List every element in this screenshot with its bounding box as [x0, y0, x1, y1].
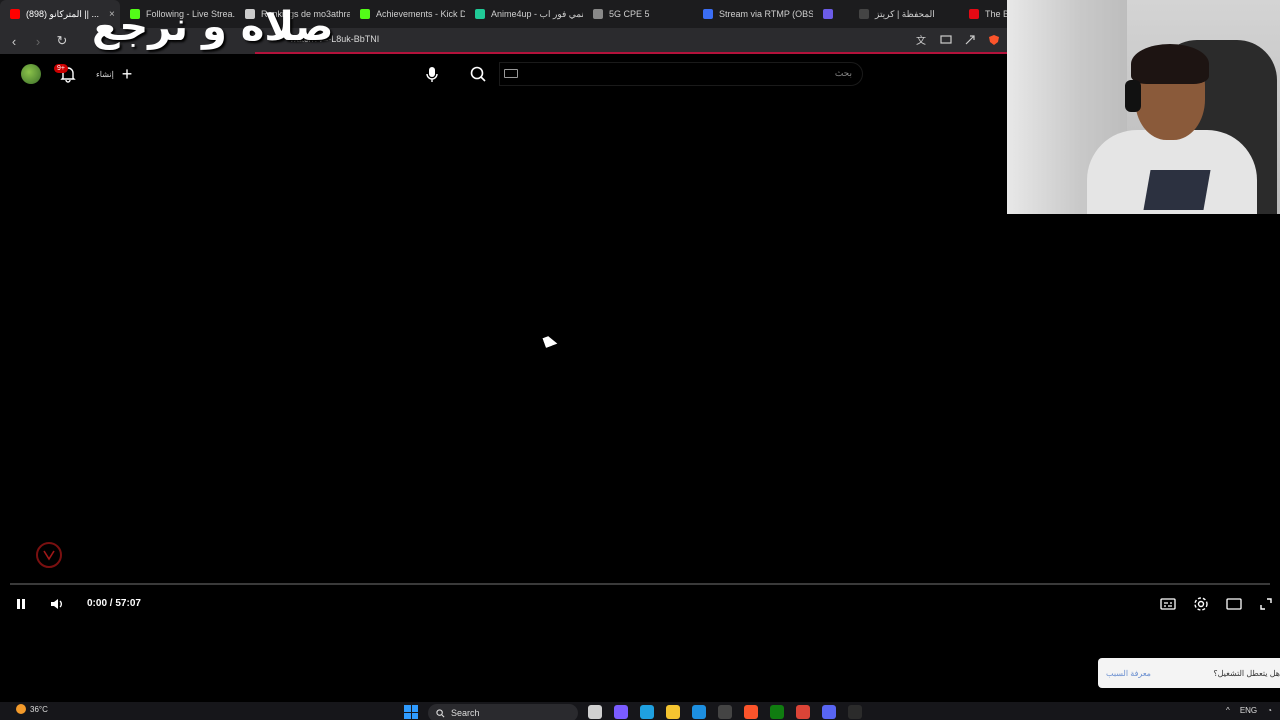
webcam-headset: [1125, 80, 1141, 112]
tab-favicon-icon: [10, 9, 20, 19]
browser-tab[interactable]: [813, 0, 849, 28]
webcam-shirt-print: [1143, 170, 1211, 210]
tray-wifi-icon[interactable]: ◔: [1267, 706, 1272, 715]
tab-favicon-icon: [823, 9, 833, 19]
taskbar-edge-icon[interactable]: [640, 705, 654, 719]
keyboard-icon[interactable]: [504, 69, 518, 78]
system-tray: ^ ENG ◔: [1226, 706, 1272, 715]
back-button[interactable]: ‹: [4, 31, 24, 51]
player-controls: [0, 592, 1280, 618]
reload-button[interactable]: ↻: [52, 31, 72, 51]
tab-label: Anime4up - أنمي فور اب: [491, 8, 583, 19]
volume-icon[interactable]: [45, 592, 69, 616]
toast-learn-link[interactable]: معرفة السبب: [1106, 669, 1151, 678]
tab-favicon-icon: [703, 9, 713, 19]
taskbar-apps: [588, 705, 862, 719]
time-total: 57:07: [115, 598, 141, 609]
mouse-cursor-icon: [542, 334, 558, 348]
taskbar-chrome-icon[interactable]: [796, 705, 810, 719]
taskbar-edge-dev-icon[interactable]: [692, 705, 706, 719]
tab-label: المحفظة | كريتز: [875, 8, 935, 19]
tab-favicon-icon: [360, 9, 370, 19]
video-progress-bar[interactable]: [10, 583, 1270, 585]
playback-issue-toast: هل يتعطل التشغيل؟ معرفة السبب: [1098, 658, 1280, 688]
tab-label: 5G CPE 5: [609, 9, 650, 19]
taskbar-search-label: Search: [451, 708, 480, 718]
webcam-overlay: [1007, 0, 1280, 214]
settings-gear-icon[interactable]: [1189, 592, 1213, 616]
create-button[interactable]: إنشاء +: [96, 63, 132, 85]
svg-text:文: 文: [916, 34, 926, 46]
webcam-hair: [1131, 44, 1209, 84]
notification-badge: 9+: [54, 64, 68, 73]
tab-label: (898) المتركانو || ...: [26, 8, 100, 19]
taskbar-folder-icon[interactable]: [666, 705, 680, 719]
tab-favicon-icon: [969, 9, 979, 19]
taskbar-discord-icon[interactable]: [822, 705, 836, 719]
share-icon[interactable]: [962, 32, 978, 48]
avatar[interactable]: [21, 64, 41, 84]
cast-icon[interactable]: [938, 32, 954, 48]
tab-favicon-icon: [859, 9, 869, 19]
tab-label: Achievements - Kick D...: [376, 9, 465, 19]
translate-icon[interactable]: 文: [914, 32, 930, 48]
browser-tab[interactable]: المحفظة | كريتز: [849, 0, 959, 28]
browser-tab[interactable]: Achievements - Kick D...: [350, 0, 465, 28]
search-placeholder: بحث: [834, 68, 852, 78]
tray-chevron-up-icon[interactable]: ^: [1226, 706, 1230, 715]
taskbar-search-icon: [436, 708, 445, 717]
voice-search-mic-icon[interactable]: [421, 63, 443, 85]
time-current: 0:00: [87, 598, 108, 609]
tray-language[interactable]: ENG: [1240, 706, 1257, 715]
search-icon[interactable]: [466, 62, 490, 86]
channel-watermark-icon[interactable]: [36, 542, 62, 568]
search-input[interactable]: [499, 62, 863, 86]
brave-shield-icon[interactable]: [986, 32, 1002, 48]
taskbar-search[interactable]: Search: [428, 704, 578, 720]
browser-tab[interactable]: Anime4up - أنمي فور اب: [465, 0, 583, 28]
weather-sun-icon: [16, 704, 26, 714]
page-load-bar: [255, 52, 1010, 54]
tab-label: Stream via RTMP (OBS...: [719, 9, 813, 19]
tab-favicon-icon: [593, 9, 603, 19]
fullscreen-icon[interactable]: [1254, 592, 1278, 616]
theater-mode-icon[interactable]: [1222, 592, 1246, 616]
browser-tab[interactable]: 5G CPE 5: [583, 0, 693, 28]
taskbar-store-icon[interactable]: [718, 705, 732, 719]
weather-temp: 36°C: [30, 704, 48, 714]
taskbar-brave-icon[interactable]: [744, 705, 758, 719]
plus-icon: +: [121, 63, 133, 84]
taskbar-xbox-icon[interactable]: [770, 705, 784, 719]
create-label: إنشاء: [96, 69, 114, 79]
toast-message: هل يتعطل التشغيل؟: [1213, 668, 1280, 678]
taskbar-file-icon[interactable]: [588, 705, 602, 719]
stream-overlay-text: صلاه و نرجع: [92, 4, 334, 50]
start-menu-icon[interactable]: [404, 705, 418, 719]
time-display: 0:00 / 57:07: [87, 598, 141, 609]
pause-button[interactable]: [9, 592, 33, 616]
browser-tab[interactable]: Stream via RTMP (OBS...: [693, 0, 813, 28]
taskbar-obs-icon[interactable]: [848, 705, 862, 719]
subtitles-icon[interactable]: [1156, 592, 1180, 616]
weather-widget[interactable]: 36°C: [16, 704, 48, 714]
taskbar-copilot-icon[interactable]: [614, 705, 628, 719]
forward-button[interactable]: ›: [28, 31, 48, 51]
tab-favicon-icon: [475, 9, 485, 19]
address-bar-actions: 文: [914, 32, 1002, 48]
